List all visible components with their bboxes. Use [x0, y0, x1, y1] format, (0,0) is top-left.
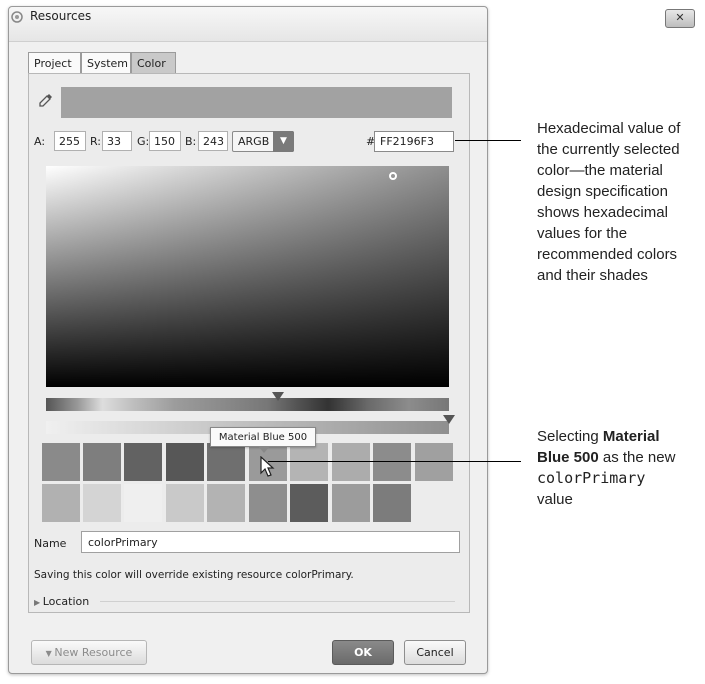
material-swatch[interactable] [124, 443, 162, 481]
hex-input[interactable]: FF2196F3 [374, 131, 454, 152]
material-swatch[interactable] [83, 443, 121, 481]
hex-callout-line-3: color—the material [537, 162, 663, 179]
chevron-right-icon: ▶ [34, 598, 43, 607]
green-input[interactable]: 150 [149, 131, 181, 151]
hue-slider[interactable] [46, 398, 449, 411]
name-input[interactable]: colorPrimary [81, 531, 460, 553]
swatch-callout-text-3: value [537, 491, 573, 508]
material-swatch[interactable] [124, 484, 162, 522]
hex-callout-text: Hexadecimal value of the currently selec… [537, 118, 680, 286]
material-swatch[interactable] [166, 443, 204, 481]
eyedropper-icon[interactable] [38, 92, 54, 108]
material-swatch[interactable] [42, 443, 80, 481]
new-resource-button[interactable]: ▼ New Resource [31, 640, 147, 665]
hex-callout-line-5: shows hexadecimal [537, 204, 668, 221]
material-swatch[interactable] [373, 484, 411, 522]
swatch-callout-text: Selecting Material Blue 500 as the new c… [537, 426, 675, 510]
tab-color[interactable]: Color [131, 52, 176, 74]
mouse-pointer-icon [260, 456, 275, 477]
location-label: Location [42, 595, 90, 608]
blue-label: B: [185, 135, 197, 148]
red-input[interactable]: 33 [102, 131, 132, 151]
material-swatch[interactable] [373, 443, 411, 481]
hex-callout-line-7: recommended colors [537, 246, 678, 263]
hex-callout-line-6: values for the [537, 225, 628, 242]
tab-system[interactable]: System [81, 52, 131, 74]
red-label: R: [90, 135, 102, 148]
alpha-slider-thumb[interactable] [443, 415, 455, 424]
alpha-label: A: [34, 135, 46, 148]
swatch-callout-line [268, 461, 521, 462]
chevron-down-icon[interactable]: ▼ [273, 131, 294, 152]
tooltip-pointer [258, 446, 270, 453]
material-swatch[interactable] [42, 484, 80, 522]
material-swatch[interactable] [166, 484, 204, 522]
name-label: Name [34, 537, 67, 550]
app-icon [11, 11, 23, 23]
material-swatch[interactable] [290, 443, 328, 481]
swatch-tooltip: Material Blue 500 [210, 427, 316, 447]
divider [100, 601, 455, 602]
hex-callout-line [455, 140, 521, 141]
material-swatch[interactable] [83, 484, 121, 522]
hue-slider-thumb[interactable] [272, 392, 284, 401]
swatch-callout-bold-1: Material [602, 428, 660, 445]
material-swatch[interactable] [332, 484, 370, 522]
cancel-button[interactable]: Cancel [404, 640, 466, 665]
blue-input[interactable]: 243 [198, 131, 228, 151]
swatch-callout-text-2: as the new [598, 449, 676, 466]
override-warning: Saving this color will override existing… [34, 569, 354, 581]
ok-button[interactable]: OK [332, 640, 394, 665]
color-mode-label: ARGB [238, 135, 270, 148]
swatch-callout-text-1: Selecting [537, 428, 603, 445]
material-swatch[interactable] [207, 443, 245, 481]
material-swatch[interactable] [290, 484, 328, 522]
hex-callout-line-1: Hexadecimal value of [537, 120, 681, 137]
green-label: G: [137, 135, 150, 148]
swatch-callout-bold-2: Blue 500 [537, 449, 599, 466]
location-expander[interactable]: ▶ Location [34, 595, 89, 608]
swatch-callout-code: colorPrimary [537, 469, 646, 487]
picker-handle[interactable] [389, 172, 397, 180]
material-swatch[interactable] [332, 443, 370, 481]
window-title: Resources [30, 9, 92, 23]
alpha-input[interactable]: 255 [54, 131, 86, 151]
hex-callout-line-2: the currently selected [537, 141, 680, 158]
color-preview [61, 87, 452, 118]
close-button[interactable]: ✕ [665, 9, 695, 28]
close-icon: ✕ [675, 11, 685, 24]
material-swatch[interactable] [249, 484, 287, 522]
hex-callout-line-4: design specification [537, 183, 668, 200]
saturation-value-picker[interactable] [46, 166, 449, 387]
material-swatch[interactable] [207, 484, 245, 522]
hex-callout-line-8: and their shades [537, 267, 648, 284]
new-resource-label: New Resource [54, 646, 133, 659]
tab-project[interactable]: Project [28, 52, 81, 74]
material-swatch[interactable] [415, 443, 453, 481]
